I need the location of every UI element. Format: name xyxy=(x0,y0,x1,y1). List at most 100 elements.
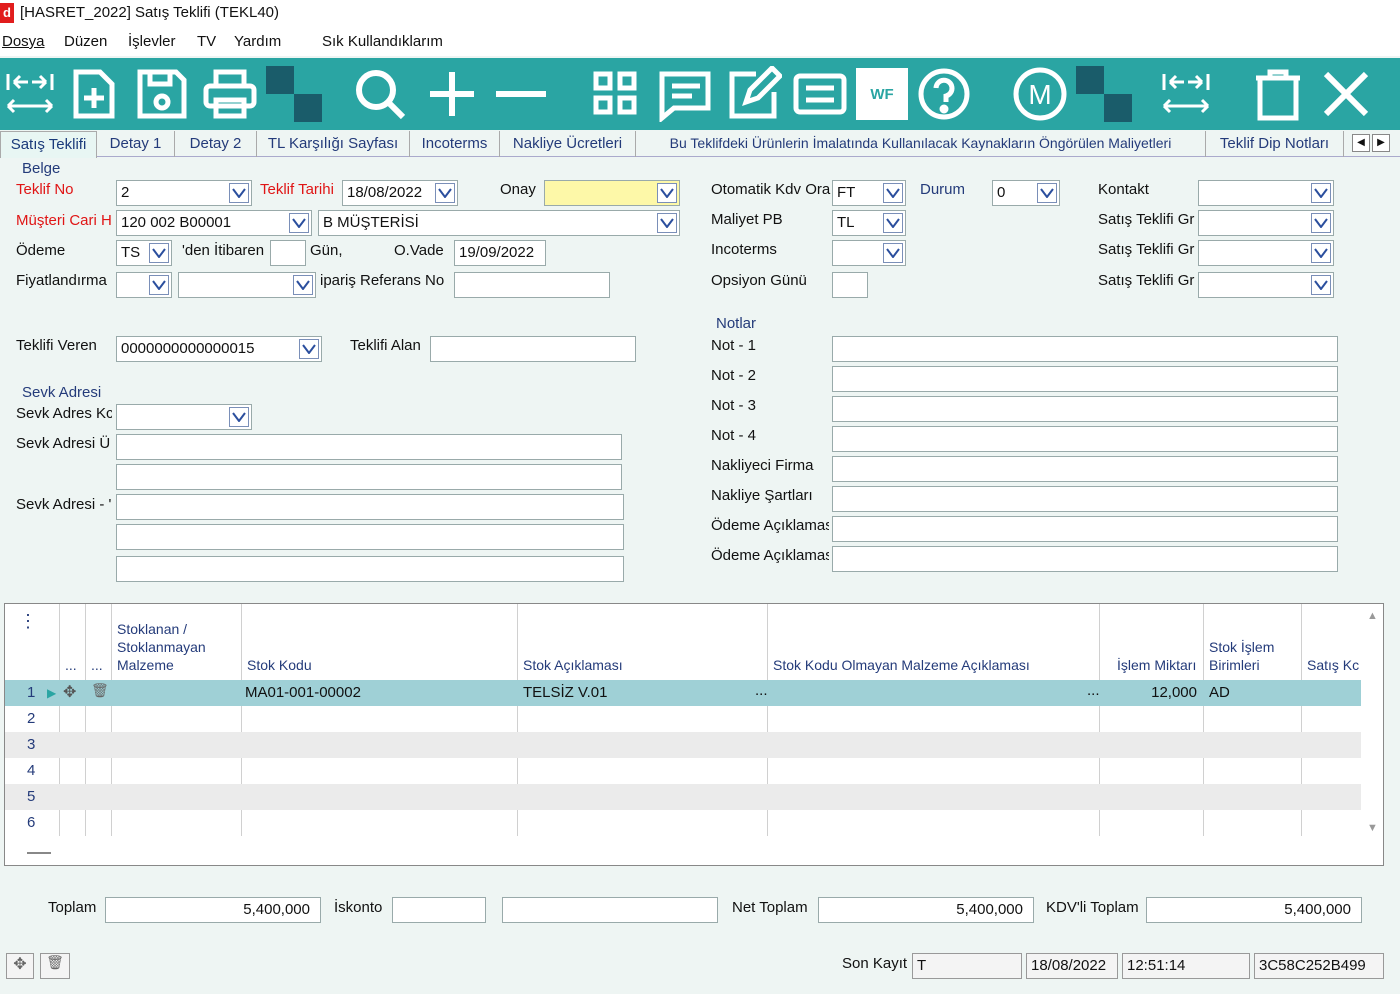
incoterms-field[interactable] xyxy=(832,240,906,266)
musteri-ad-field[interactable]: B MÜŞTERİSİ xyxy=(318,210,680,236)
edit-icon[interactable] xyxy=(724,64,784,124)
chevron-down-icon[interactable] xyxy=(1311,243,1331,263)
musteri-kod-field[interactable]: 120 002 B00001 xyxy=(116,210,312,236)
delete-icon[interactable] xyxy=(1248,64,1308,124)
table-row[interactable]: 3 xyxy=(5,732,1361,758)
chevron-down-icon[interactable] xyxy=(293,275,313,295)
teklif-no-field[interactable]: 2 xyxy=(116,180,252,206)
tab-detay-1[interactable]: Detay 1 xyxy=(97,131,175,157)
table-row[interactable]: 2 xyxy=(5,706,1361,732)
chevron-down-icon[interactable] xyxy=(1311,213,1331,233)
sevk-adresi-line-4[interactable] xyxy=(116,524,624,550)
onay-field[interactable] xyxy=(544,180,680,206)
chevron-down-icon[interactable] xyxy=(229,183,249,203)
tab-tl-karsiligi[interactable]: TL Karşılığı Sayfası xyxy=(257,131,410,157)
tab-nakliye-ucretleri[interactable]: Nakliye Ücretleri xyxy=(500,131,636,157)
table-row[interactable]: 6 xyxy=(5,810,1361,836)
durum-field[interactable]: 0 xyxy=(992,180,1060,206)
list-icon[interactable] xyxy=(790,64,850,124)
tab-dip-notlari[interactable]: Teklif Dip Notları xyxy=(1206,131,1344,157)
chevron-down-icon[interactable] xyxy=(229,407,249,427)
scroll-down-icon[interactable]: ▼ xyxy=(1367,822,1378,834)
menu-duzen[interactable]: Düzen xyxy=(64,33,107,50)
sevk-adresi-line-3[interactable] xyxy=(116,494,624,520)
col-stok-aciklamasi[interactable]: Stok Açıklaması xyxy=(523,656,623,674)
m-icon[interactable]: M xyxy=(1010,64,1070,124)
cell-dots-1[interactable]: ... xyxy=(755,682,768,699)
iskonto-field[interactable] xyxy=(392,897,486,923)
nakliye-sartlari-field[interactable] xyxy=(832,486,1338,512)
menu-dosya[interactable]: Dosya xyxy=(2,33,45,50)
plus-icon[interactable] xyxy=(422,64,482,124)
trash-icon[interactable]: 🗑 xyxy=(91,682,109,699)
col-stoklanan[interactable]: Stoklanan / Stoklanmayan Malzeme xyxy=(117,620,235,674)
col-stok-kodu-olmayan[interactable]: Stok Kodu Olmayan Malzeme Açıklaması xyxy=(773,656,1030,674)
trash-icon[interactable]: 🗑 xyxy=(40,953,70,979)
table-row[interactable]: 5 xyxy=(5,784,1361,810)
cell-dots-2[interactable]: ... xyxy=(1087,682,1100,699)
wf-icon[interactable]: WF xyxy=(856,68,908,120)
satis-gr-2-field[interactable] xyxy=(1198,240,1334,266)
chevron-down-icon[interactable] xyxy=(657,183,677,203)
tab-maliyetler[interactable]: Bu Teklifdeki Ürünlerin İmalatında Kulla… xyxy=(636,131,1206,157)
not-3-field[interactable] xyxy=(832,396,1338,422)
not-1-field[interactable] xyxy=(832,336,1338,362)
fiyatlandirma-1-field[interactable] xyxy=(116,272,172,298)
sevk-adresi-line-2[interactable] xyxy=(116,464,622,490)
table-row[interactable]: 1 ▶ ✥ 🗑 MA01-001-00002 TELSİZ V.01 ... .… xyxy=(5,680,1361,706)
chevron-down-icon[interactable] xyxy=(149,275,169,295)
help-icon[interactable] xyxy=(914,64,974,124)
expand-icon[interactable] xyxy=(1156,64,1216,124)
col-islem-miktari[interactable]: İşlem Miktarı xyxy=(1117,656,1201,674)
chevron-down-icon[interactable] xyxy=(435,183,455,203)
table-row[interactable]: 4 xyxy=(5,758,1361,784)
teklifi-veren-field[interactable]: 0000000000000015 xyxy=(116,336,322,362)
tab-detay-2[interactable]: Detay 2 xyxy=(175,131,257,157)
close-icon[interactable] xyxy=(1316,64,1376,124)
toplam-field[interactable]: 5,400,000 xyxy=(105,897,321,923)
chevron-down-icon[interactable] xyxy=(149,243,169,263)
teklif-tarihi-field[interactable]: 18/08/2022 xyxy=(342,180,458,206)
opsiyon-field[interactable] xyxy=(832,272,868,298)
odeme-aciklamasi-2-field[interactable] xyxy=(832,546,1338,572)
move-icon[interactable]: ✥ xyxy=(6,953,34,979)
ovade-field[interactable]: 19/09/2022 xyxy=(454,240,546,266)
menu-tv[interactable]: TV xyxy=(197,33,216,50)
new-document-icon[interactable] xyxy=(64,64,124,124)
move-icon[interactable]: ✥ xyxy=(63,682,76,702)
not-4-field[interactable] xyxy=(832,426,1338,452)
save-icon[interactable] xyxy=(132,64,192,124)
grid-icon[interactable] xyxy=(586,64,646,124)
menu-yardim[interactable]: Yardım xyxy=(234,33,281,50)
tab-scroll-right-icon[interactable]: ▶ xyxy=(1372,134,1390,152)
kdvli-toplam-field[interactable]: 5,400,000 xyxy=(1146,897,1362,923)
fiyatlandirma-2-field[interactable] xyxy=(178,272,316,298)
chevron-down-icon[interactable] xyxy=(657,213,677,233)
nakliyeci-firma-field[interactable] xyxy=(832,456,1338,482)
print-icon[interactable] xyxy=(200,64,260,124)
col-stok-islem-birimleri[interactable]: Stok İşlem Birimleri xyxy=(1209,638,1299,674)
scroll-up-icon[interactable]: ▲ xyxy=(1367,610,1378,622)
teklifi-alan-field[interactable] xyxy=(430,336,636,362)
sevk-adresi-line-1[interactable] xyxy=(116,434,622,460)
menu-islevler[interactable]: İşlevler xyxy=(128,33,176,50)
tab-satis-teklifi[interactable]: Satış Teklifi xyxy=(0,131,97,158)
iskonto-2-field[interactable] xyxy=(502,897,718,923)
minus-icon[interactable] xyxy=(490,64,550,124)
menu-sik-kullandiklarim[interactable]: Sık Kullandıklarım xyxy=(322,33,443,50)
tab-incoterms[interactable]: Incoterms xyxy=(410,131,500,157)
maliyet-pb-field[interactable]: TL xyxy=(832,210,906,236)
col-stok-kodu[interactable]: Stok Kodu xyxy=(247,656,312,674)
chevron-down-icon[interactable] xyxy=(1037,183,1057,203)
chevron-down-icon[interactable] xyxy=(1311,183,1331,203)
kontakt-field[interactable] xyxy=(1198,180,1334,206)
satis-gr-3-field[interactable] xyxy=(1198,272,1334,298)
sevk-adres-kodu-field[interactable] xyxy=(116,404,252,430)
gun-field[interactable] xyxy=(270,240,306,266)
chevron-down-icon[interactable] xyxy=(883,213,903,233)
chevron-down-icon[interactable] xyxy=(289,213,309,233)
chevron-down-icon[interactable] xyxy=(1311,275,1331,295)
chevron-down-icon[interactable] xyxy=(883,183,903,203)
search-icon[interactable] xyxy=(350,64,410,124)
not-2-field[interactable] xyxy=(832,366,1338,392)
